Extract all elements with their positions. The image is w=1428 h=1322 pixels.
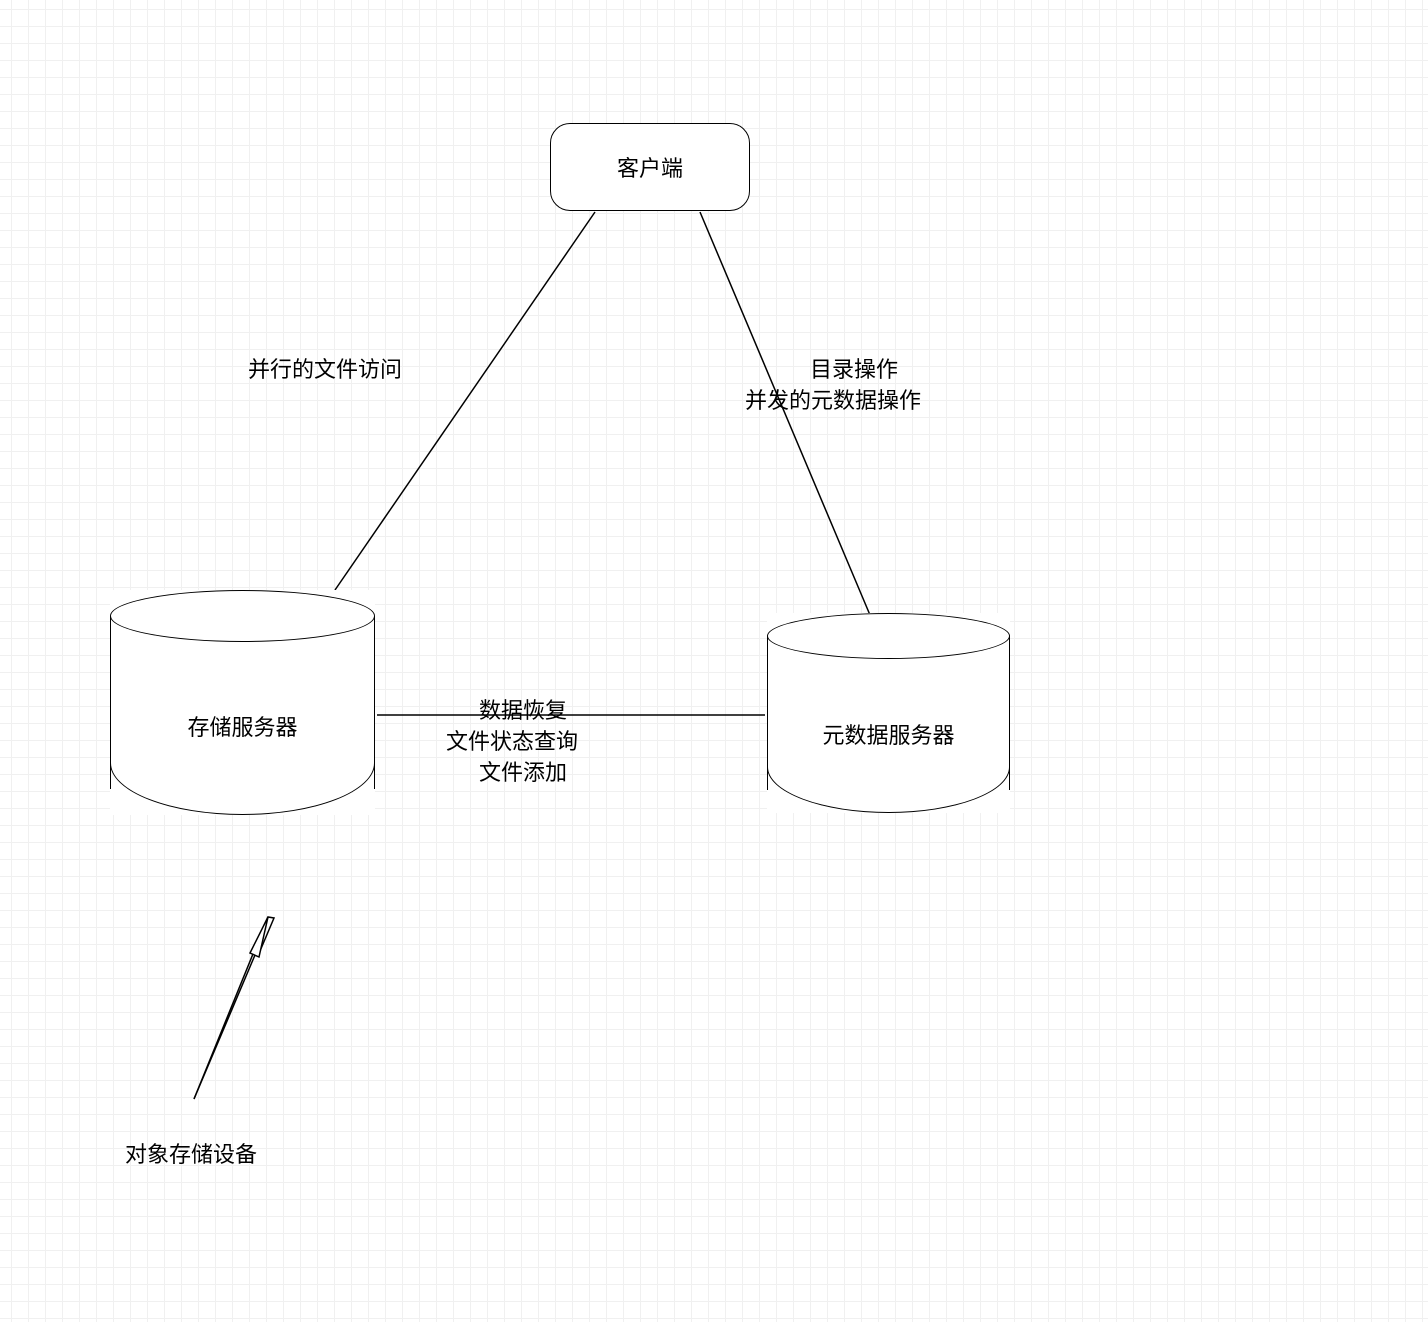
arrow-osd [0, 917, 274, 1099]
node-metadata-label: 元数据服务器 [767, 718, 1010, 750]
node-metadata-server[interactable]: 元数据服务器 [767, 613, 1010, 813]
diagram-canvas: 客户端 存储服务器 元数据服务器 并行的文件访问 目录操作 并发的元数据操作 数… [0, 0, 1428, 1322]
node-client[interactable]: 客户端 [550, 123, 750, 211]
node-storage-label: 存储服务器 [110, 710, 375, 742]
annotation-osd: 对象存储设备 [125, 1140, 257, 1171]
node-client-label: 客户端 [617, 151, 683, 183]
edge-label-storage-metadata: 数据恢复 文件状态查询 文件添加 [446, 696, 578, 788]
edge-label-client-storage: 并行的文件访问 [248, 355, 402, 386]
edge-client-storage [335, 212, 595, 590]
node-storage-server[interactable]: 存储服务器 [110, 590, 375, 815]
edge-label-client-metadata: 目录操作 并发的元数据操作 [745, 355, 921, 417]
